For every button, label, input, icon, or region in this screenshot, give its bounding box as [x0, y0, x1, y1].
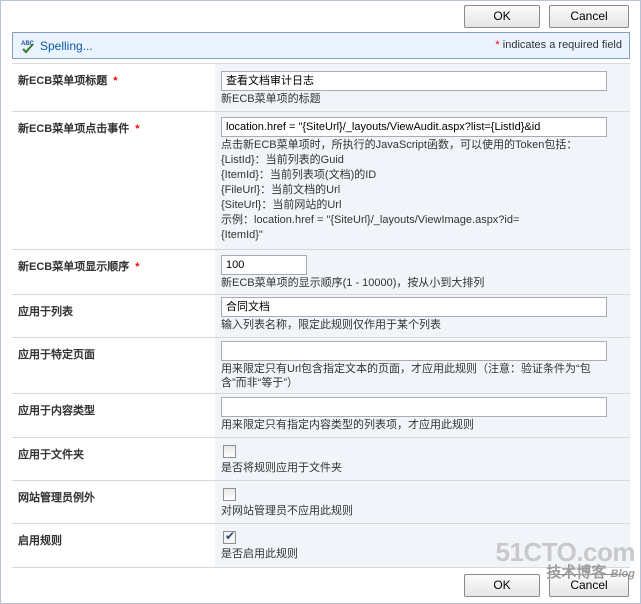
field-label: 应用于内容类型 — [18, 402, 95, 418]
page-input[interactable] — [221, 341, 607, 361]
field-label: 网站管理员例外 — [18, 489, 95, 505]
field-description-line: {ListId}：当前列表的Guid — [221, 154, 344, 166]
field-label-text: 新ECB菜单项标题 — [18, 75, 108, 87]
field-label-text: 应用于文件夹 — [18, 449, 84, 461]
list-input[interactable]: 合同文档 — [221, 297, 607, 317]
watermark: 51CTO.com 技术博客 Blog — [495, 539, 635, 582]
spelling-icon: ABC — [21, 38, 37, 58]
label-cell: 新ECB菜单项显示顺序 * — [12, 250, 215, 294]
field-description-line: 示例：location.href = "{SiteUrl}/_layouts/V… — [221, 214, 520, 226]
field-description-line: 用来限定只有Url包含指定文本的页面，才应用此规则（注意：验证条件为“包 — [221, 363, 591, 375]
required-marker: * — [113, 75, 118, 87]
enable-rule-checkbox[interactable]: ✔ — [223, 529, 236, 544]
field-description-line: {ItemId}" — [221, 229, 263, 241]
field-description: 用来限定只有指定内容类型的列表项，才应用此规则 — [221, 419, 474, 431]
field-label-text: 应用于列表 — [18, 306, 73, 318]
field-label-text: 新ECB菜单项显示顺序 — [18, 261, 130, 273]
folder-checkbox[interactable] — [223, 445, 236, 458]
field-description: 新ECB菜单项的显示顺序(1 - 10000)，按从小到大排列 — [221, 277, 485, 289]
value-cell: 100 新ECB菜单项的显示顺序(1 - 10000)，按从小到大排列 — [215, 250, 630, 294]
field-label: 新ECB菜单项显示顺序 * — [18, 258, 140, 274]
form-row-admin-exception: 网站管理员例外 对网站管理员不应用此规则 — [12, 480, 630, 523]
form-row-folder: 应用于文件夹 是否将规则应用于文件夹 — [12, 437, 630, 480]
field-description-line: 含”而非“等于”） — [221, 377, 298, 389]
field-label: 应用于特定页面 — [18, 346, 95, 362]
required-field-note: * indicates a required field — [495, 39, 622, 51]
field-description-line: {FileUrl}：当前文档的Url — [221, 184, 341, 196]
watermark-tagline: 技术博客 Blog — [495, 565, 635, 582]
label-cell: 新ECB菜单项标题 * — [12, 64, 215, 111]
form-row-list: 应用于列表 合同文档 输入列表名称，限定此规则仅作用于某个列表 — [12, 294, 630, 337]
field-label: 新ECB菜单项点击事件 * — [18, 120, 140, 136]
value-cell: 对网站管理员不应用此规则 — [215, 481, 630, 523]
value-cell: 是否将规则应用于文件夹 — [215, 438, 630, 480]
field-label: 应用于文件夹 — [18, 446, 84, 462]
watermark-domain: 51CTO.com — [495, 537, 635, 567]
spelling-link[interactable]: ABC Spelling... — [21, 38, 93, 54]
value-cell: 用来限定只有Url包含指定文本的页面，才应用此规则（注意：验证条件为“包 含”而… — [215, 338, 630, 393]
admin-exception-checkbox[interactable] — [223, 488, 236, 501]
required-note-text: indicates a required field — [499, 39, 622, 51]
required-marker: * — [135, 261, 140, 273]
field-description-line: {SiteUrl}：当前网站的Url — [221, 199, 342, 211]
title-input[interactable]: 查看文档审计日志 — [221, 71, 607, 91]
field-description-line: 点击新ECB菜单项时，所执行的JavaScript函数，可以使用的Token包括… — [221, 139, 578, 151]
label-cell: 应用于特定页面 — [12, 338, 215, 393]
field-description: 输入列表名称，限定此规则仅作用于某个列表 — [221, 319, 441, 331]
form-row-page: 应用于特定页面 用来限定只有Url包含指定文本的页面，才应用此规则（注意：验证条… — [12, 337, 630, 393]
label-cell: 网站管理员例外 — [12, 481, 215, 523]
field-label: 启用规则 — [18, 532, 62, 548]
field-label-text: 网站管理员例外 — [18, 492, 95, 504]
field-description-line: {ItemId}：当前列表项(文档)的ID — [221, 169, 377, 181]
click-event-input[interactable]: location.href = "{SiteUrl}/_layouts/View… — [221, 117, 607, 137]
form-row-title: 新ECB菜单项标题 * 查看文档审计日志 新ECB菜单项的标题 — [12, 63, 630, 111]
value-cell: location.href = "{SiteUrl}/_layouts/View… — [215, 112, 630, 249]
field-description: 对网站管理员不应用此规则 — [221, 505, 353, 517]
required-marker: * — [135, 123, 140, 135]
value-cell: 查看文档审计日志 新ECB菜单项的标题 — [215, 64, 630, 111]
value-cell: 用来限定只有指定内容类型的列表项，才应用此规则 — [215, 394, 630, 437]
label-cell: 应用于文件夹 — [12, 438, 215, 480]
form-row-content-type: 应用于内容类型 用来限定只有指定内容类型的列表项，才应用此规则 — [12, 393, 630, 437]
label-cell: 应用于内容类型 — [12, 394, 215, 437]
field-label: 新ECB菜单项标题 * — [18, 72, 118, 88]
form-row-order: 新ECB菜单项显示顺序 * 100 新ECB菜单项的显示顺序(1 - 10000)… — [12, 249, 630, 294]
ok-button-top[interactable]: OK — [464, 5, 540, 28]
field-label-text: 新ECB菜单项点击事件 — [18, 123, 130, 135]
cancel-button-top[interactable]: Cancel — [549, 5, 629, 28]
content-type-input[interactable] — [221, 397, 607, 417]
checkmark-icon: ✔ — [225, 529, 236, 543]
watermark-suffix: Blog — [610, 568, 635, 580]
field-description: 是否将规则应用于文件夹 — [221, 462, 342, 474]
form-toolbar: ABC Spelling... * indicates a required f… — [12, 32, 630, 59]
label-cell: 应用于列表 — [12, 295, 215, 337]
watermark-tagline-text: 技术博客 — [546, 564, 607, 581]
field-label-text: 应用于特定页面 — [18, 349, 95, 361]
field-description: 新ECB菜单项的标题 — [221, 93, 321, 105]
order-input[interactable]: 100 — [221, 255, 307, 275]
label-cell: 启用规则 — [12, 524, 215, 567]
field-description: 是否启用此规则 — [221, 548, 298, 560]
field-label-text: 应用于内容类型 — [18, 405, 95, 417]
field-label-text: 启用规则 — [18, 535, 62, 547]
label-cell: 新ECB菜单项点击事件 * — [12, 112, 215, 249]
spelling-label[interactable]: Spelling... — [40, 39, 93, 53]
field-label: 应用于列表 — [18, 303, 73, 319]
form-row-click-event: 新ECB菜单项点击事件 * location.href = "{SiteUrl}/… — [12, 111, 630, 249]
value-cell: 合同文档 输入列表名称，限定此规则仅作用于某个列表 — [215, 295, 630, 337]
